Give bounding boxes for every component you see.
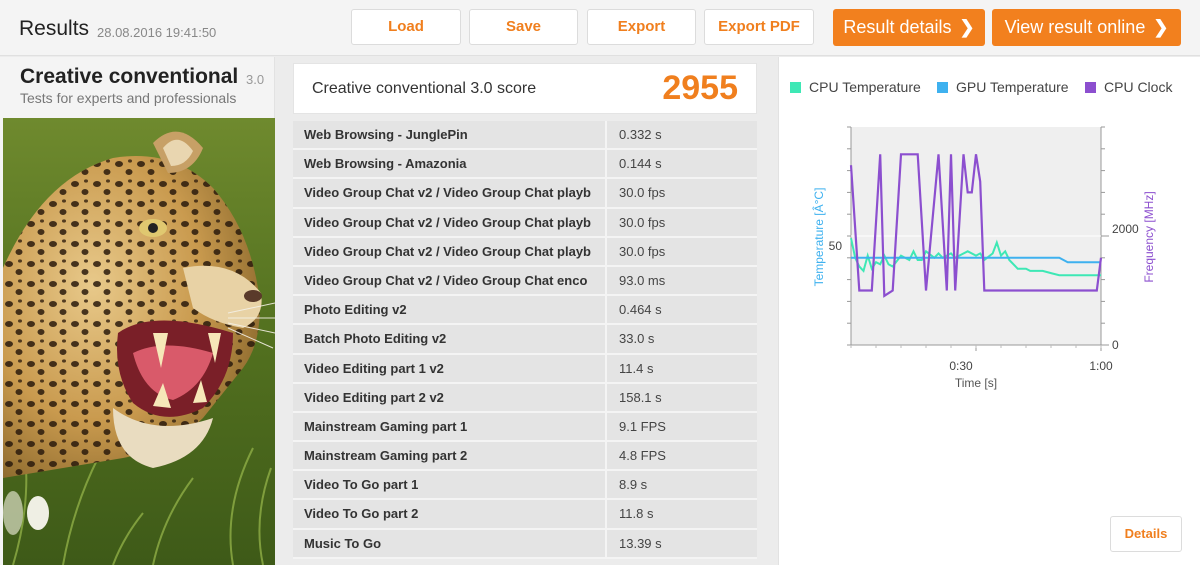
score-label: Creative conventional 3.0 score	[312, 80, 537, 97]
result-name: Video Editing part 2 v2	[293, 383, 607, 413]
results-table: Web Browsing - JunglePin 0.332 s Web Brows…	[293, 121, 757, 559]
legend-cpu-clock: CPU Clock	[1085, 79, 1172, 95]
result-name: Video Group Chat v2 / Video Group Chat p…	[293, 179, 607, 209]
test-name: Creative conventional	[20, 65, 239, 88]
table-row: Video Group Chat v2 / Video Group Chat e…	[293, 266, 757, 297]
legend-label: CPU Temperature	[809, 79, 921, 95]
monitoring-chart-panel: CPU Temperature GPU Temperature CPU Cloc…	[778, 57, 1200, 565]
score-box: Creative conventional 3.0 score 2955	[293, 63, 757, 114]
legend-swatch	[937, 81, 948, 93]
result-name: Video Group Chat v2 / Video Group Chat p…	[293, 237, 607, 267]
result-value: 4.8 FPS	[607, 442, 757, 472]
test-info-panel: Creative conventional 3.0 Tests for expe…	[0, 57, 275, 565]
legend-label: CPU Clock	[1104, 79, 1173, 95]
table-row: Video To Go part 1 8.9 s	[293, 471, 757, 501]
legend-swatch	[790, 81, 801, 93]
view-result-online-button[interactable]: View result online ❯	[992, 9, 1181, 46]
table-row: Video Group Chat v2 / Video Group Chat p…	[293, 208, 757, 238]
table-row: Web Browsing - Amazonia 0.144 s	[293, 150, 757, 180]
test-version: 3.0	[246, 72, 265, 87]
result-value: 13.39 s	[607, 529, 757, 559]
table-row: Video Group Chat v2 / Video Group Chat p…	[293, 179, 757, 209]
x-axis-label: Time [s]	[955, 376, 997, 390]
table-row: Music To Go 13.39 s	[293, 529, 757, 559]
table-row: Mainstream Gaming part 2 4.8 FPS	[293, 442, 757, 472]
result-name: Video To Go part 1	[293, 471, 607, 501]
result-value: 9.1 FPS	[607, 412, 757, 443]
score-value: 2955	[662, 69, 738, 107]
result-name: Web Browsing - Amazonia	[293, 150, 607, 180]
table-row: Video Editing part 2 v2 158.1 s	[293, 383, 757, 413]
export-pdf-button[interactable]: Export PDF	[704, 9, 814, 45]
left-axis-label: Temperature [Â°C]	[811, 188, 826, 287]
x-tick-label-0-30: 0:30	[949, 359, 973, 373]
x-tick-label-1-00: 1:00	[1089, 359, 1113, 373]
view-result-online-label: View result online	[1004, 17, 1146, 37]
table-row: Video To Go part 2 11.8 s	[293, 500, 757, 530]
right-tick-label-2000: 2000	[1112, 222, 1139, 236]
right-tick-label-0: 0	[1112, 338, 1119, 352]
result-name: Video Group Chat v2 / Video Group Chat e…	[293, 266, 607, 297]
result-name: Video Group Chat v2 / Video Group Chat p…	[293, 208, 607, 238]
result-value: 11.8 s	[607, 500, 757, 530]
table-row: Video Editing part 1 v2 11.4 s	[293, 354, 757, 384]
table-row: Video Group Chat v2 / Video Group Chat p…	[293, 237, 757, 267]
result-value: 158.1 s	[607, 383, 757, 413]
load-button[interactable]: Load	[351, 9, 461, 45]
table-row: Web Browsing - JunglePin 0.332 s	[293, 121, 757, 151]
result-name: Mainstream Gaming part 1	[293, 412, 607, 443]
result-value: 0.144 s	[607, 150, 757, 180]
result-name: Photo Editing v2	[293, 296, 607, 326]
right-axis-label: Frequency [MHz]	[1142, 191, 1156, 282]
chevron-right-icon: ❯	[1153, 17, 1169, 37]
table-row: Mainstream Gaming part 1 9.1 FPS	[293, 412, 757, 443]
chart-details-button[interactable]: Details	[1110, 516, 1182, 552]
header-bar: Results 28.08.2016 19:41:50 Load Save Ex…	[0, 0, 1200, 56]
result-value: 30.0 fps	[607, 179, 757, 209]
result-value: 11.4 s	[607, 354, 757, 384]
result-value: 30.0 fps	[607, 208, 757, 238]
result-name: Video Editing part 1 v2	[293, 354, 607, 384]
result-name: Music To Go	[293, 529, 607, 559]
result-name: Video To Go part 2	[293, 500, 607, 530]
monitoring-chart: 50 2000 0 0:30 1:00 Time [s] Temperature…	[811, 126, 1156, 390]
left-tick-label: 50	[829, 239, 843, 253]
legend-gpu-temperature: GPU Temperature	[937, 79, 1069, 95]
leopard-image	[3, 118, 275, 565]
result-details-button[interactable]: Result details ❯	[833, 9, 985, 46]
result-value: 30.0 fps	[607, 237, 757, 267]
result-value: 93.0 ms	[607, 266, 757, 297]
result-name: Mainstream Gaming part 2	[293, 442, 607, 472]
legend-swatch	[1085, 81, 1096, 93]
result-timestamp: 28.08.2016 19:41:50	[97, 25, 217, 40]
save-button[interactable]: Save	[469, 9, 578, 45]
export-button[interactable]: Export	[587, 9, 696, 45]
page-title: Results	[19, 17, 90, 40]
result-value: 8.9 s	[607, 471, 757, 501]
result-value: 0.464 s	[607, 296, 757, 326]
result-value: 0.332 s	[607, 121, 757, 151]
table-row: Batch Photo Editing v2 33.0 s	[293, 325, 757, 355]
legend-label: GPU Temperature	[956, 79, 1069, 95]
result-name: Web Browsing - JunglePin	[293, 121, 607, 151]
test-subtitle: Tests for experts and professionals	[20, 90, 237, 106]
chevron-right-icon: ❯	[959, 17, 975, 37]
result-name: Batch Photo Editing v2	[293, 325, 607, 355]
result-value: 33.0 s	[607, 325, 757, 355]
table-row: Photo Editing v2 0.464 s	[293, 296, 757, 326]
result-details-label: Result details	[843, 17, 952, 37]
legend-cpu-temperature: CPU Temperature	[790, 79, 921, 95]
